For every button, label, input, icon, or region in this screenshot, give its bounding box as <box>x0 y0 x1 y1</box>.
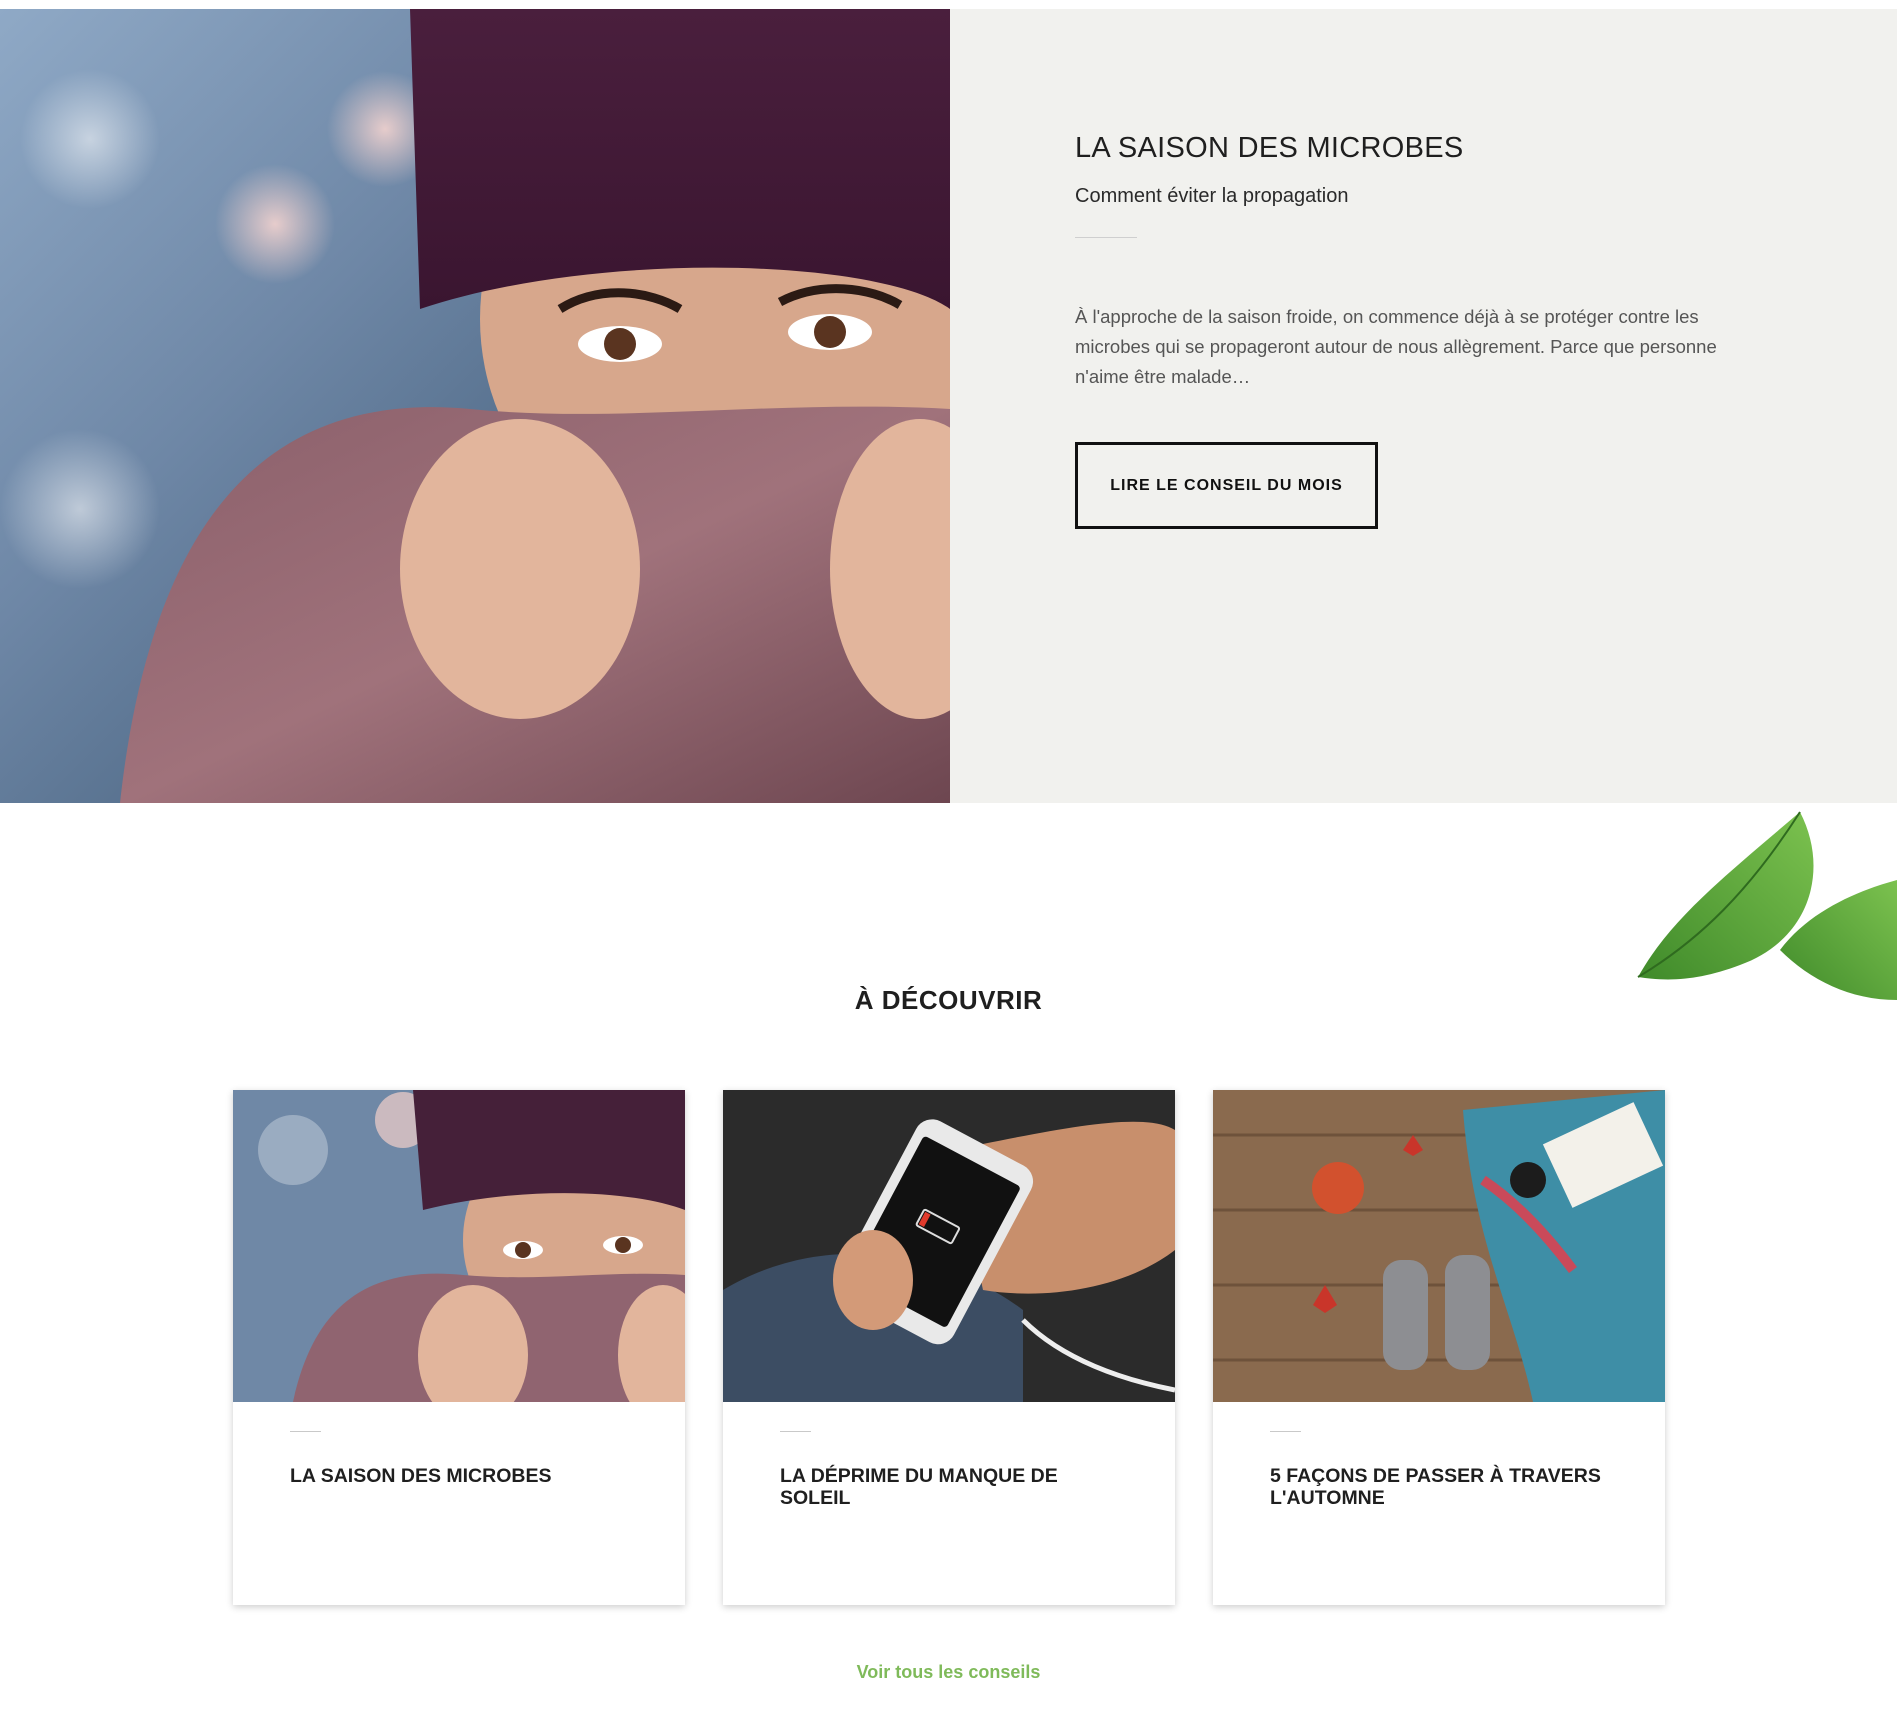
card-photo <box>233 1090 685 1402</box>
hero-excerpt: À l'approche de la saison froide, on com… <box>1075 306 1717 387</box>
card-title[interactable]: LA SAISON DES MICROBES <box>290 1465 630 1487</box>
hero-title: LA SAISON DES MICROBES <box>1075 132 1464 164</box>
autumn-socks-photo-art <box>1213 1090 1665 1402</box>
hero-divider <box>1075 237 1137 238</box>
hero-subtitle: Comment éviter la propagation <box>1075 185 1349 207</box>
hero-section: LA SAISON DES MICROBES Comment éviter la… <box>0 9 1897 803</box>
read-tip-button[interactable]: LIRE LE CONSEIL DU MOIS <box>1075 442 1378 529</box>
woman-scarf-photo-art <box>233 1090 685 1402</box>
hero-content-panel: LA SAISON DES MICROBES Comment éviter la… <box>950 9 1897 803</box>
tips-card-list: LA SAISON DES MICROBES LA DÉPRIME DU MAN… <box>233 1090 1666 1605</box>
hero-photo-art <box>0 9 950 803</box>
card-divider <box>1270 1431 1301 1432</box>
card-photo <box>1213 1090 1665 1402</box>
card-title[interactable]: LA DÉPRIME DU MANQUE DE SOLEIL <box>780 1465 1120 1509</box>
tip-card[interactable]: LA DÉPRIME DU MANQUE DE SOLEIL <box>723 1090 1175 1605</box>
discover-heading: À DÉCOUVRIR <box>854 985 1043 1015</box>
phone-battery-photo-art <box>723 1090 1175 1402</box>
card-title[interactable]: 5 FAÇONS DE PASSER À TRAVERS L'AUTOMNE <box>1270 1465 1610 1509</box>
hero-photo <box>0 9 950 803</box>
tip-card[interactable]: LA SAISON DES MICROBES <box>233 1090 685 1605</box>
tip-card[interactable]: 5 FAÇONS DE PASSER À TRAVERS L'AUTOMNE <box>1213 1090 1665 1605</box>
card-divider <box>780 1431 811 1432</box>
see-all-tips-link[interactable]: Voir tous les conseils <box>0 1662 1897 1683</box>
card-divider <box>290 1431 321 1432</box>
card-photo <box>723 1090 1175 1402</box>
